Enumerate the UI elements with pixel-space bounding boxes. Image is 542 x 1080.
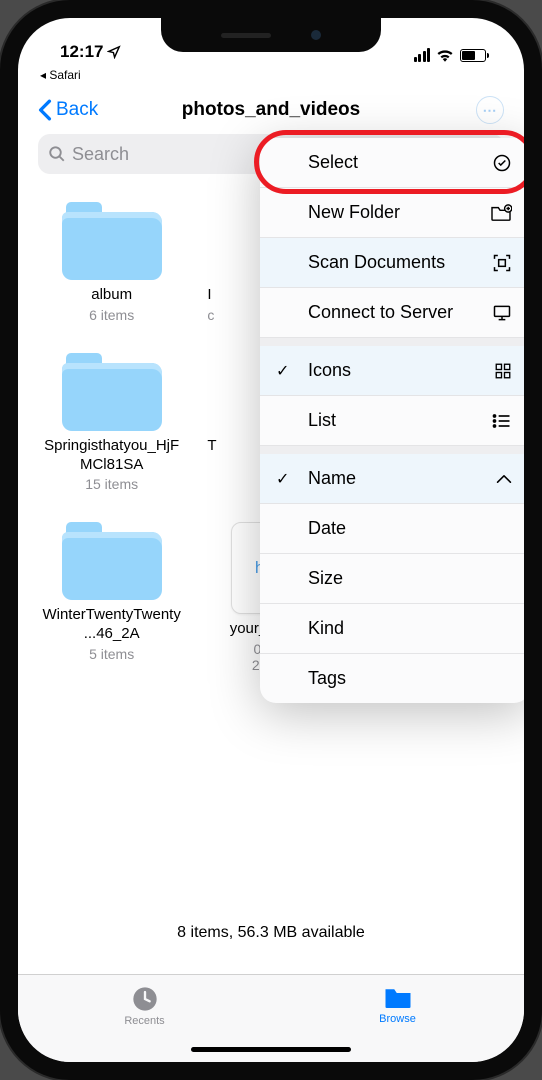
list-icon <box>492 413 512 429</box>
menu-label: List <box>308 410 336 431</box>
location-icon <box>107 45 121 59</box>
tab-label: Browse <box>379 1013 416 1025</box>
menu-separator <box>260 338 524 346</box>
item-meta: 5 items <box>89 646 134 662</box>
menu-label: Tags <box>308 668 346 689</box>
item-name: T <box>207 437 216 456</box>
search-icon <box>48 145 66 163</box>
menu-label: Select <box>308 152 358 173</box>
menu-label: Scan Documents <box>308 252 445 273</box>
folder-icon <box>62 202 162 280</box>
menu-view-list[interactable]: List <box>260 396 524 446</box>
back-label: Back <box>56 99 98 121</box>
folder-icon <box>62 353 162 431</box>
nav-bar: Back photos_and_videos ⋯ <box>18 88 524 134</box>
status-time: 12:17 <box>60 42 103 62</box>
new-folder-icon <box>490 204 512 222</box>
menu-connect-server[interactable]: Connect to Server <box>260 288 524 338</box>
menu-label: Kind <box>308 618 344 639</box>
menu-select[interactable]: Select <box>260 138 524 188</box>
tab-label: Recents <box>124 1015 164 1027</box>
menu-label: Icons <box>308 360 351 381</box>
tab-recents[interactable]: Recents <box>85 985 205 1027</box>
wifi-icon <box>436 48 454 62</box>
storage-summary: 8 items, 56.3 MB available <box>18 924 524 942</box>
tab-browse[interactable]: Browse <box>338 985 458 1025</box>
item-meta: 6 items <box>89 307 134 323</box>
menu-label: New Folder <box>308 202 400 223</box>
menu-label: Size <box>308 568 343 589</box>
menu-label: Name <box>308 468 356 489</box>
battery-icon <box>460 49 486 62</box>
item-name: I <box>207 286 211 305</box>
scan-icon <box>492 253 512 273</box>
menu-new-folder[interactable]: New Folder <box>260 188 524 238</box>
chevron-up-icon <box>496 474 512 484</box>
menu-sort-name[interactable]: ✓ Name <box>260 454 524 504</box>
home-indicator[interactable] <box>191 1047 351 1052</box>
menu-view-icons[interactable]: ✓ Icons <box>260 346 524 396</box>
item-name: album <box>91 286 132 305</box>
grid-icon <box>494 362 512 380</box>
cell-signal-icon <box>414 48 431 62</box>
folder-item[interactable]: WinterTwentyTwenty...46_2A 5 items <box>38 522 185 673</box>
back-button[interactable]: Back <box>38 99 98 121</box>
folder-icon <box>62 522 162 600</box>
checkmark-icon: ✓ <box>276 469 289 489</box>
more-button[interactable]: ⋯ <box>476 96 504 124</box>
context-menu: Select New Folder Scan Documents Connect… <box>260 138 524 703</box>
menu-separator <box>260 446 524 454</box>
folder-icon <box>383 985 413 1011</box>
clock-icon <box>131 985 159 1013</box>
menu-label: Date <box>308 518 346 539</box>
item-name: WinterTwentyTwenty...46_2A <box>42 606 182 644</box>
item-meta: c <box>207 307 214 323</box>
menu-sort-tags[interactable]: Tags <box>260 654 524 703</box>
menu-sort-kind[interactable]: Kind <box>260 604 524 654</box>
folder-item[interactable]: Springisthatyou_HjFMCl81SA 15 items <box>38 353 185 493</box>
item-meta: 15 items <box>85 476 138 492</box>
menu-label: Connect to Server <box>308 302 453 323</box>
server-icon <box>492 303 512 323</box>
page-title: photos_and_videos <box>182 99 360 121</box>
item-name: Springisthatyou_HjFMCl81SA <box>42 437 182 475</box>
menu-scan-documents[interactable]: Scan Documents <box>260 238 524 288</box>
back-to-app[interactable]: ◂ Safari <box>18 66 524 88</box>
menu-sort-size[interactable]: Size <box>260 554 524 604</box>
search-placeholder: Search <box>72 144 129 165</box>
checkmark-icon: ✓ <box>276 361 289 381</box>
chevron-left-icon <box>38 99 52 121</box>
menu-sort-date[interactable]: Date <box>260 504 524 554</box>
folder-item[interactable]: album 6 items <box>38 202 185 323</box>
select-circle-icon <box>492 153 512 173</box>
